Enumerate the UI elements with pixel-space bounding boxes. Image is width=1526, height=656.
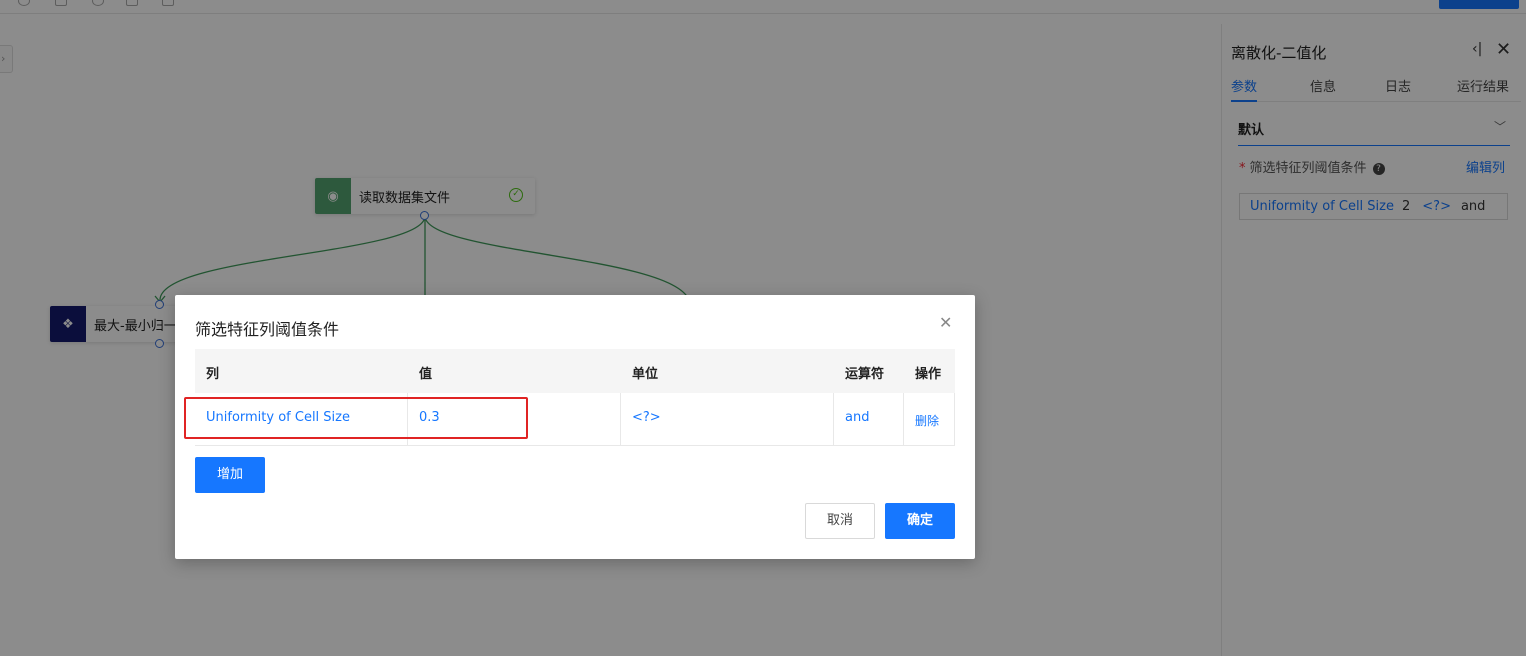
cancel-button[interactable]: 取消 <box>805 503 875 539</box>
column-header-column: 列 <box>206 367 220 382</box>
close-icon[interactable]: ✕ <box>939 313 952 332</box>
cell-operator[interactable]: and <box>834 393 904 446</box>
threshold-condition-dialog: 筛选特征列阈值条件 ✕ 列 值 单位 运算符 操作 Uniformity of … <box>175 295 975 559</box>
highlight-box <box>184 397 528 439</box>
add-row-button[interactable]: 增加 <box>195 457 265 493</box>
column-header-value: 值 <box>419 367 433 382</box>
column-header-action: 操作 <box>915 367 942 382</box>
cell-unit[interactable]: <?> <box>621 393 834 446</box>
column-header-operator: 运算符 <box>845 367 885 382</box>
column-header-unit: 单位 <box>632 367 659 382</box>
delete-row-link[interactable]: 删除 <box>904 393 955 446</box>
table-header: 列 值 单位 运算符 操作 <box>195 349 955 393</box>
confirm-button[interactable]: 确定 <box>885 503 955 539</box>
dialog-title: 筛选特征列阈值条件 <box>195 320 340 339</box>
